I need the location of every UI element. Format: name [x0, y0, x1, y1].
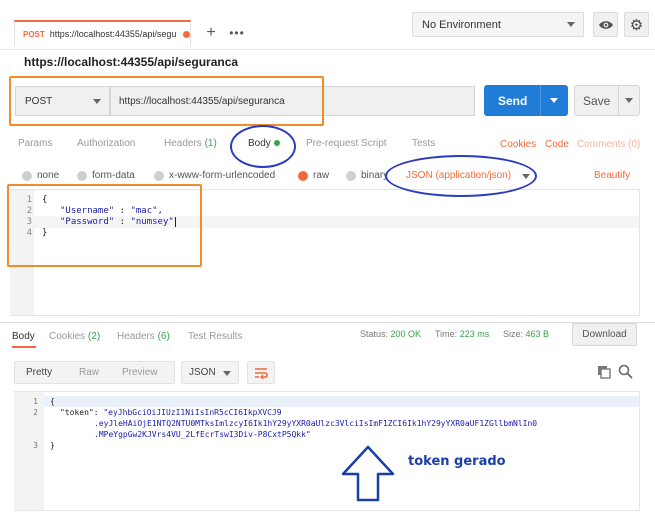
- response-tab-body[interactable]: Body: [12, 331, 35, 342]
- beautify-link[interactable]: Beautify: [594, 170, 630, 181]
- time-label: Time:: [435, 329, 458, 339]
- comments-link[interactable]: Comments (0): [577, 139, 640, 150]
- view-preview[interactable]: Preview: [122, 367, 158, 378]
- response-tab-cookies-label: Cookies: [49, 331, 86, 342]
- tab-headers-label: Headers: [164, 138, 202, 149]
- format-select[interactable]: JSON: [181, 361, 239, 384]
- cookies-link[interactable]: Cookies: [500, 139, 536, 150]
- status-readout: Status: 200 OK: [360, 329, 421, 339]
- radio-form-data-dot: [77, 170, 87, 181]
- code-line: .eyJleHAiOjE1NTQ2NTU0MTksImlzcyI6Ik1hY29…: [94, 419, 538, 428]
- unsaved-dot-icon: [183, 30, 190, 38]
- tab-headers[interactable]: Headers (1): [164, 138, 217, 149]
- save-label: Save: [583, 93, 611, 108]
- request-title: https://localhost:44355/api/seguranca: [24, 55, 239, 69]
- annotation-url-box: [9, 76, 324, 126]
- json-key: "token": [60, 408, 94, 417]
- size-label: Size:: [503, 329, 524, 339]
- radio-form-data[interactable]: form-data: [77, 170, 135, 181]
- status-label: Status:: [360, 329, 389, 339]
- code-line: .MPeYgpGw2KJVrs4VU_2LfEcrTswI3Div-P8CxtP…: [94, 430, 311, 439]
- response-tab-cookies-count: (2): [87, 331, 101, 342]
- tab-prerequest-script[interactable]: Pre-request Script: [306, 138, 387, 149]
- radio-none-dot: [22, 170, 32, 181]
- chevron-down-icon: [223, 371, 231, 376]
- radio-raw-dot: [298, 170, 308, 181]
- size-readout: Size: 463 B: [503, 329, 549, 339]
- time-readout: Time: 223 ms: [435, 329, 489, 339]
- environment-value: No Environment: [422, 18, 501, 31]
- tab-authorization[interactable]: Authorization: [77, 138, 135, 149]
- response-tab-cookies[interactable]: Cookies (2): [49, 331, 100, 342]
- send-button[interactable]: Send: [484, 85, 568, 116]
- copy-icon[interactable]: [597, 365, 611, 379]
- tab-headers-count: (1): [204, 138, 217, 149]
- wrap-lines-icon[interactable]: [247, 361, 275, 384]
- new-tab-plus-icon[interactable]: +: [200, 22, 222, 44]
- search-icon[interactable]: [618, 364, 633, 379]
- annotation-editor-box: [7, 184, 202, 267]
- response-tab-headers-label: Headers: [117, 331, 155, 342]
- view-pretty[interactable]: Pretty: [26, 367, 52, 378]
- eye-icon[interactable]: [593, 12, 618, 37]
- tab-url: https://localhost:44355/api/segu: [49, 29, 177, 39]
- annotation-body-circle: [230, 125, 296, 168]
- send-label: Send: [498, 93, 528, 108]
- view-raw[interactable]: Raw: [79, 367, 99, 378]
- request-tab[interactable]: POST https://localhost:44355/api/segu: [14, 20, 191, 46]
- time-value: 223 ms: [459, 329, 490, 339]
- response-tab-headers[interactable]: Headers (6): [117, 331, 170, 342]
- response-current-line: [44, 396, 639, 407]
- code-link[interactable]: Code: [545, 139, 569, 150]
- send-options-chevron-icon[interactable]: [550, 98, 558, 103]
- radio-binary-dot: [346, 170, 356, 181]
- tab-params[interactable]: Params: [18, 138, 52, 149]
- download-button[interactable]: Download: [572, 323, 637, 346]
- code-line: {: [50, 397, 55, 406]
- more-tabs-icon[interactable]: •••: [226, 22, 248, 44]
- size-value: 463 B: [525, 329, 550, 339]
- radio-none[interactable]: none: [22, 170, 59, 181]
- environment-select[interactable]: No Environment: [412, 12, 584, 37]
- radio-raw-label: raw: [313, 170, 330, 181]
- gear-icon[interactable]: ⚙: [624, 12, 649, 37]
- radio-urlencoded-label: x-www-form-urlencoded: [169, 170, 276, 181]
- tab-tests[interactable]: Tests: [412, 138, 435, 149]
- status-value: 200 OK: [390, 329, 422, 339]
- format-value: JSON: [189, 367, 216, 378]
- tab-method: POST: [23, 29, 45, 39]
- code-line: "token": "eyJhbGciOiJIUzI1NiIsInR5cCI6Ik…: [60, 408, 282, 417]
- json-sep: :: [93, 408, 104, 417]
- json-value: "eyJhbGciOiJIUzI1NiIsInR5cCI6IkpXVCJ9: [103, 408, 282, 417]
- annotation-label: token gerado: [408, 454, 506, 469]
- save-options-chevron-icon[interactable]: [625, 98, 633, 103]
- radio-raw[interactable]: raw: [298, 170, 329, 181]
- radio-form-data-label: form-data: [92, 170, 135, 181]
- code-line: }: [50, 441, 55, 450]
- pane-divider[interactable]: [0, 322, 655, 323]
- line-number: 1: [33, 397, 38, 406]
- radio-urlencoded[interactable]: x-www-form-urlencoded: [154, 170, 275, 181]
- line-number: 2: [33, 408, 38, 417]
- line-number: 3: [33, 441, 38, 450]
- response-tab-headers-count: (6): [157, 331, 170, 342]
- save-divider: [618, 86, 619, 115]
- chevron-down-icon: [567, 22, 575, 27]
- radio-none-label: none: [37, 170, 60, 181]
- save-button[interactable]: Save: [574, 85, 640, 116]
- arrow-up-icon: [338, 444, 398, 504]
- active-tab-underline: [12, 346, 36, 348]
- send-divider: [540, 85, 541, 116]
- radio-urlencoded-dot: [154, 170, 164, 181]
- radio-binary[interactable]: binary: [346, 170, 388, 181]
- response-tab-test-results[interactable]: Test Results: [188, 331, 242, 342]
- annotation-json-circle: [385, 155, 537, 197]
